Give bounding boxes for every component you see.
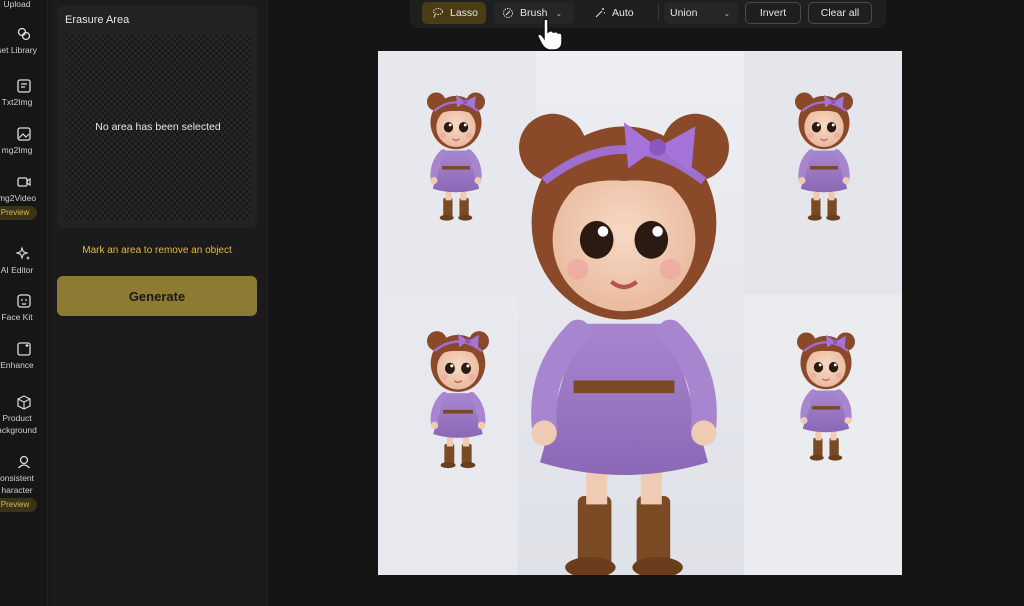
lasso-icon xyxy=(433,8,443,18)
rail-item-label: Txt2Img xyxy=(1,97,33,107)
lasso-tool-button[interactable]: Lasso xyxy=(422,2,486,24)
rail-item-ai-editor[interactable]: AI Editor xyxy=(0,246,48,276)
rail-item-label: onsistent xyxy=(0,473,35,483)
rail-item-enhance[interactable]: Enhance xyxy=(0,341,48,371)
selection-mode-select[interactable]: Union ⌄ xyxy=(664,2,738,24)
erase-panel: Erasure Area No area has been selected M… xyxy=(49,0,268,606)
chevron-down-icon: ⌄ xyxy=(555,8,563,18)
empty-selection-text: No area has been selected xyxy=(95,121,221,133)
asset-library-icon xyxy=(17,27,31,41)
rail-item-label: mg2Img xyxy=(1,145,33,155)
clear-all-button[interactable]: Clear all xyxy=(808,2,872,24)
character-sheet-image xyxy=(378,51,902,575)
erasure-preview: No area has been selected xyxy=(65,34,251,220)
face-icon xyxy=(17,294,31,308)
rail-item-consistent-character[interactable]: onsistent haracter Preview xyxy=(0,454,48,512)
hand-cursor-icon xyxy=(537,18,563,51)
img2img-icon xyxy=(17,127,31,141)
left-nav-rail: Upload set Library Txt2Img mg2Img mg2Vid… xyxy=(0,0,48,606)
toolbar-divider xyxy=(658,4,659,20)
lasso-label: Lasso xyxy=(450,7,479,19)
rail-item-label: mg2Video xyxy=(0,193,37,203)
rail-item-label: Product xyxy=(2,413,32,423)
invert-button[interactable]: Invert xyxy=(745,2,801,24)
auto-select-button[interactable]: Auto xyxy=(586,2,648,24)
rail-item-product-background[interactable]: Product ackground xyxy=(0,394,48,436)
rail-item-label: Upload xyxy=(3,0,31,9)
selection-mode-value: Union xyxy=(670,7,698,19)
txt2img-icon xyxy=(17,79,31,93)
video-icon xyxy=(17,177,31,187)
selection-toolbar: Lasso Brush ⌄ Auto Union ⌄ Invert Clear … xyxy=(410,0,886,28)
rail-item-label: Enhance xyxy=(0,360,34,370)
brush-icon xyxy=(503,8,513,18)
erasure-title: Erasure Area xyxy=(65,14,130,26)
box-icon xyxy=(17,395,31,410)
erasure-card: Erasure Area No area has been selected xyxy=(57,6,257,228)
rail-item-txt2img[interactable]: Txt2Img xyxy=(0,78,48,108)
rail-item-face-kit[interactable]: Face Kit xyxy=(0,293,48,323)
rail-item-label: Face Kit xyxy=(1,312,33,322)
sparkle-icon xyxy=(16,246,30,260)
character-icon xyxy=(18,455,30,469)
rail-item-asset-library[interactable]: set Library xyxy=(0,26,48,56)
generate-button[interactable]: Generate xyxy=(57,276,257,316)
rail-item-upload[interactable]: Upload xyxy=(0,0,48,10)
rail-item-label-line2: haracter xyxy=(1,485,33,495)
rail-item-img2img[interactable]: mg2Img xyxy=(0,126,48,156)
preview-badge: Preview xyxy=(0,206,38,220)
preview-badge: Preview xyxy=(0,498,38,512)
rail-item-label: set Library xyxy=(0,45,37,55)
erase-hint: Mark an area to remove an object xyxy=(82,245,232,256)
clear-all-label: Clear all xyxy=(820,7,860,19)
enhance-icon xyxy=(17,342,31,356)
rail-item-label: AI Editor xyxy=(0,265,34,275)
rail-item-label-line2: ackground xyxy=(0,425,37,435)
magic-wand-icon xyxy=(595,8,605,18)
auto-label: Auto xyxy=(612,7,634,19)
invert-label: Invert xyxy=(759,7,787,19)
chevron-down-icon: ⌄ xyxy=(723,8,731,18)
rail-item-img2video[interactable]: mg2Video Preview xyxy=(0,174,48,220)
edit-canvas[interactable] xyxy=(378,51,902,575)
